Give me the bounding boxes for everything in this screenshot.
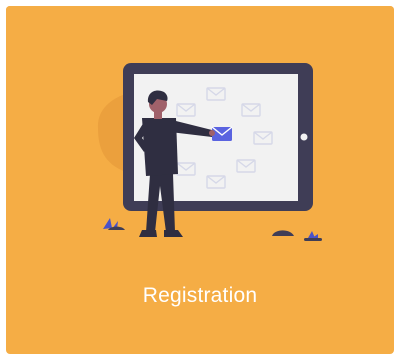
page: Registration [0, 0, 400, 360]
highlighted-envelope-icon [211, 126, 233, 141]
registration-card[interactable]: Registration [6, 6, 394, 354]
tablet-home-button-icon [300, 133, 308, 141]
registration-illustration-icon [6, 6, 394, 266]
registration-label: Registration [142, 284, 258, 307]
